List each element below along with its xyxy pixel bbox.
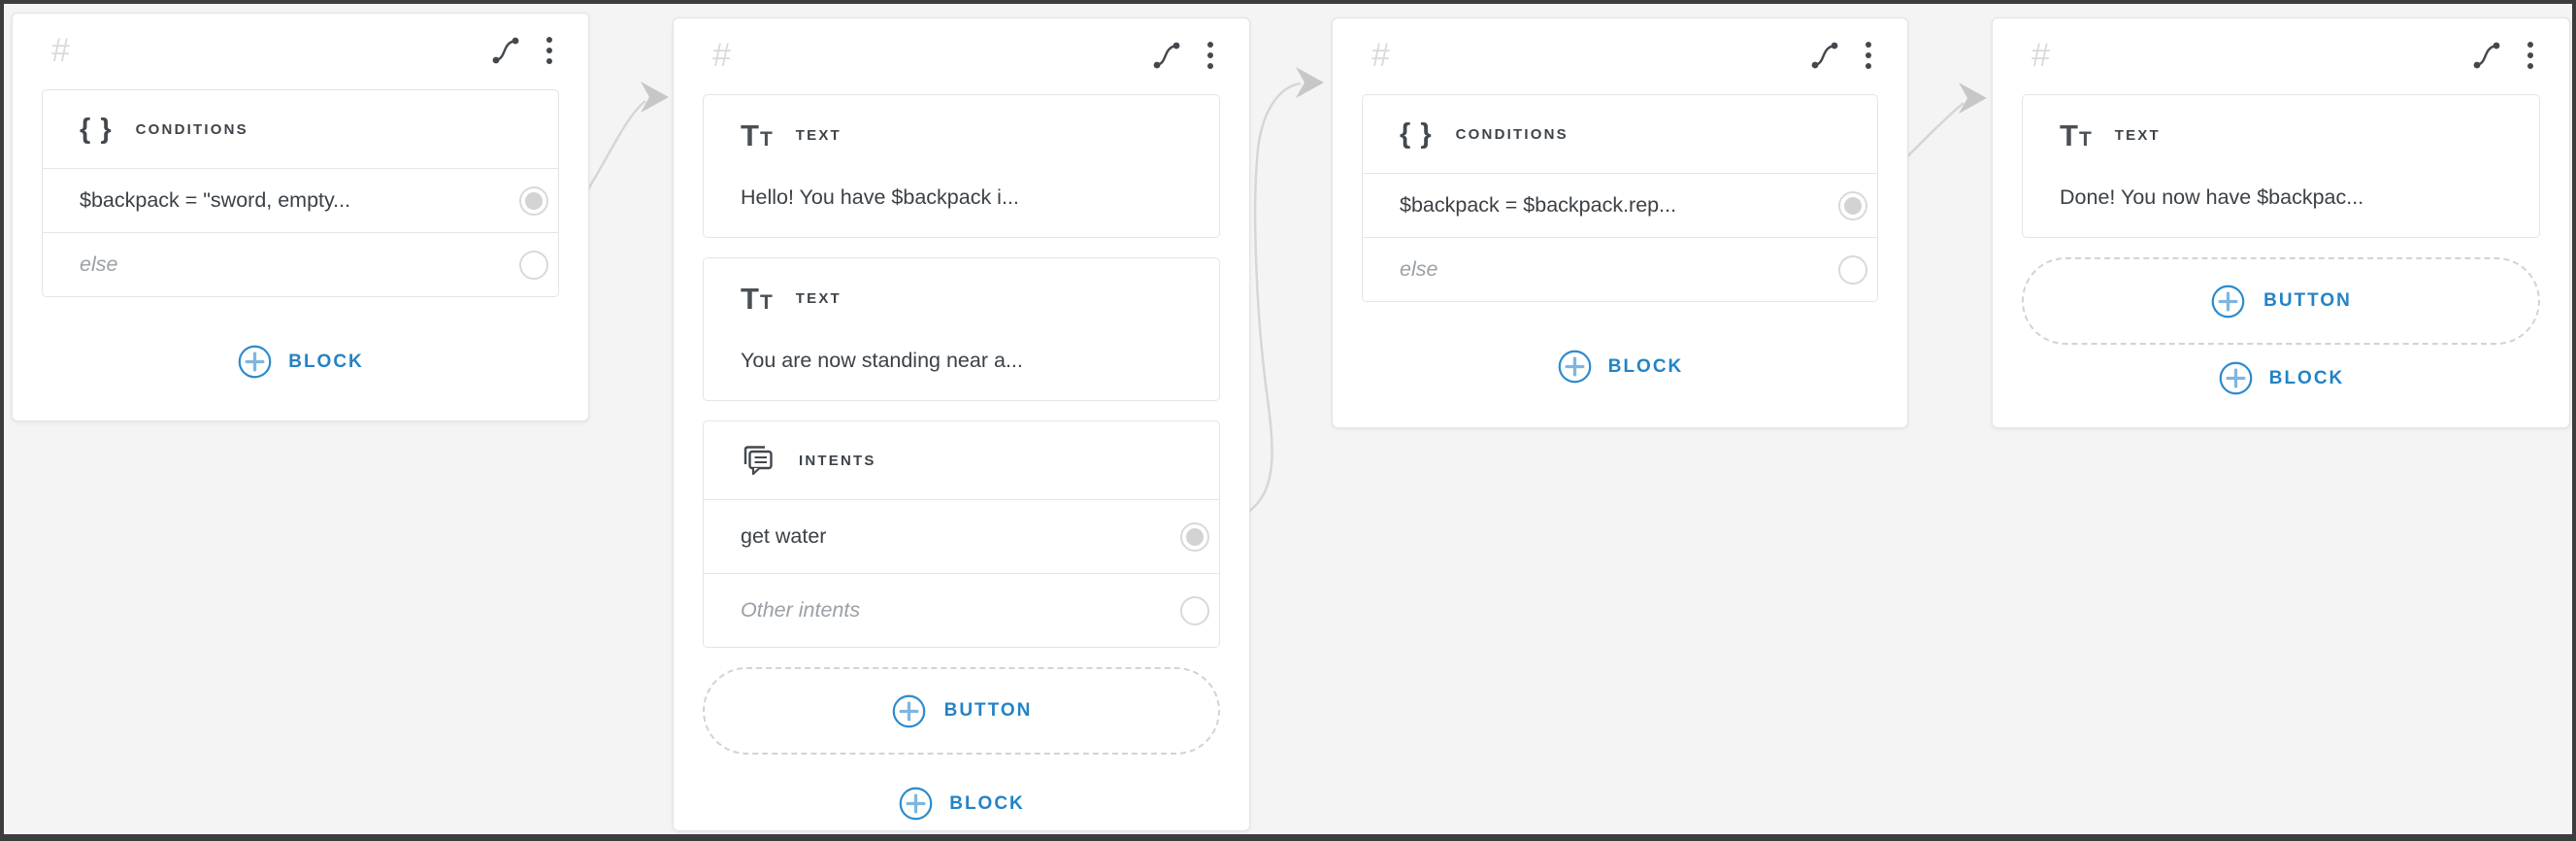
conditions-section[interactable]: { } CONDITIONS $backpack = $backpack.rep… bbox=[1362, 94, 1878, 302]
text-section-header: TT TEXT bbox=[704, 258, 1219, 314]
conditions-section-header: { } CONDITIONS bbox=[43, 90, 558, 168]
connector-card2-card3[interactable] bbox=[1247, 67, 1324, 513]
connection-port-empty[interactable] bbox=[519, 251, 548, 280]
connection-port-filled[interactable] bbox=[519, 186, 548, 216]
condition-text: $backpack = $backpack.rep... bbox=[1400, 193, 1676, 218]
condition-row-else[interactable]: else bbox=[1363, 237, 1877, 301]
flow-card-4[interactable]: # TT TEXT Done! You now have $backpac...… bbox=[1992, 17, 2570, 428]
connect-icon[interactable] bbox=[1152, 40, 1181, 71]
text-section[interactable]: TT TEXT You are now standing near a... bbox=[703, 257, 1220, 401]
kebab-menu-icon[interactable] bbox=[1206, 40, 1214, 71]
connection-port-empty[interactable] bbox=[1838, 255, 1867, 285]
text-icon: TT bbox=[2060, 120, 2092, 151]
intents-section[interactable]: INTENTS get water Other intents bbox=[703, 420, 1220, 648]
text-section-header: TT TEXT bbox=[704, 95, 1219, 151]
card-header: # bbox=[42, 25, 559, 76]
plus-icon bbox=[898, 786, 934, 822]
plus-icon bbox=[237, 344, 273, 380]
section-label: INTENTS bbox=[799, 453, 876, 469]
condition-row-else[interactable]: else bbox=[43, 232, 558, 296]
intent-text: Other intents bbox=[741, 598, 860, 622]
add-block-label: BLOCK bbox=[1608, 356, 1684, 378]
flow-card-1[interactable]: # { } CONDITIONS $backpack = "sword, emp… bbox=[12, 13, 589, 421]
connection-port-filled[interactable] bbox=[1180, 522, 1209, 552]
flow-canvas[interactable]: # { } CONDITIONS $backpack = "sword, emp… bbox=[0, 0, 2576, 841]
intent-row-other[interactable]: Other intents bbox=[704, 573, 1219, 647]
plus-icon bbox=[2218, 360, 2254, 396]
text-icon: TT bbox=[741, 284, 773, 314]
braces-icon: { } bbox=[80, 114, 113, 146]
add-block-button[interactable]: BLOCK bbox=[42, 344, 559, 380]
text-icon: TT bbox=[741, 120, 773, 151]
condition-text: $backpack = "sword, empty... bbox=[80, 188, 350, 213]
add-button-label: BUTTON bbox=[2263, 290, 2352, 312]
message-text: You are now standing near a... bbox=[704, 349, 1219, 400]
text-section[interactable]: TT TEXT Done! You now have $backpac... bbox=[2022, 94, 2540, 238]
add-block-label: BLOCK bbox=[2269, 368, 2345, 389]
kebab-menu-icon[interactable] bbox=[545, 35, 553, 66]
connection-port-empty[interactable] bbox=[1180, 596, 1209, 625]
card-header: # bbox=[2022, 30, 2540, 81]
connect-icon[interactable] bbox=[2472, 40, 2501, 71]
add-block-label: BLOCK bbox=[949, 793, 1025, 815]
intent-row[interactable]: get water bbox=[704, 499, 1219, 573]
intents-section-header: INTENTS bbox=[704, 421, 1219, 499]
message-text: Hello! You have $backpack i... bbox=[704, 185, 1219, 237]
add-button-label: BUTTON bbox=[944, 700, 1033, 722]
card-id-placeholder[interactable]: # bbox=[712, 39, 731, 72]
add-block-button[interactable]: BLOCK bbox=[1362, 349, 1878, 385]
condition-row[interactable]: $backpack = $backpack.rep... bbox=[1363, 173, 1877, 237]
flow-card-2[interactable]: # TT TEXT Hello! You have $backpack i...… bbox=[673, 17, 1250, 831]
plus-icon bbox=[891, 693, 927, 729]
section-label: TEXT bbox=[2115, 127, 2161, 144]
card-header: # bbox=[703, 30, 1220, 81]
section-label: TEXT bbox=[796, 290, 842, 307]
add-button-button[interactable]: BUTTON bbox=[703, 667, 1220, 755]
text-section-header: TT TEXT bbox=[2023, 95, 2539, 151]
condition-text: else bbox=[80, 252, 117, 277]
card-id-placeholder[interactable]: # bbox=[2031, 39, 2050, 72]
card-header: # bbox=[1362, 30, 1878, 81]
kebab-menu-icon[interactable] bbox=[1865, 40, 1872, 71]
card-id-placeholder[interactable]: # bbox=[51, 34, 70, 67]
text-section[interactable]: TT TEXT Hello! You have $backpack i... bbox=[703, 94, 1220, 238]
add-block-button[interactable]: BLOCK bbox=[2022, 360, 2540, 396]
plus-icon bbox=[2210, 284, 2246, 320]
condition-text: else bbox=[1400, 257, 1437, 282]
conditions-section-header: { } CONDITIONS bbox=[1363, 95, 1877, 173]
kebab-menu-icon[interactable] bbox=[2526, 40, 2534, 71]
intents-icon bbox=[741, 443, 776, 478]
add-button-button[interactable]: BUTTON bbox=[2022, 257, 2540, 345]
intent-text: get water bbox=[741, 524, 826, 549]
connect-icon[interactable] bbox=[1810, 40, 1839, 71]
connection-port-filled[interactable] bbox=[1838, 191, 1867, 220]
section-label: TEXT bbox=[796, 127, 842, 144]
section-label: CONDITIONS bbox=[1456, 126, 1569, 143]
section-label: CONDITIONS bbox=[136, 121, 248, 138]
add-block-button[interactable]: BLOCK bbox=[703, 786, 1220, 822]
card-id-placeholder[interactable]: # bbox=[1371, 39, 1390, 72]
plus-icon bbox=[1557, 349, 1593, 385]
condition-row[interactable]: $backpack = "sword, empty... bbox=[43, 168, 558, 232]
message-text: Done! You now have $backpac... bbox=[2023, 185, 2539, 237]
conditions-section[interactable]: { } CONDITIONS $backpack = "sword, empty… bbox=[42, 89, 559, 297]
braces-icon: { } bbox=[1400, 118, 1433, 151]
flow-card-3[interactable]: # { } CONDITIONS $backpack = $backpack.r… bbox=[1332, 17, 1908, 428]
connect-icon[interactable] bbox=[491, 35, 520, 66]
add-block-label: BLOCK bbox=[288, 352, 364, 373]
connector-card1-card2[interactable] bbox=[586, 82, 669, 192]
